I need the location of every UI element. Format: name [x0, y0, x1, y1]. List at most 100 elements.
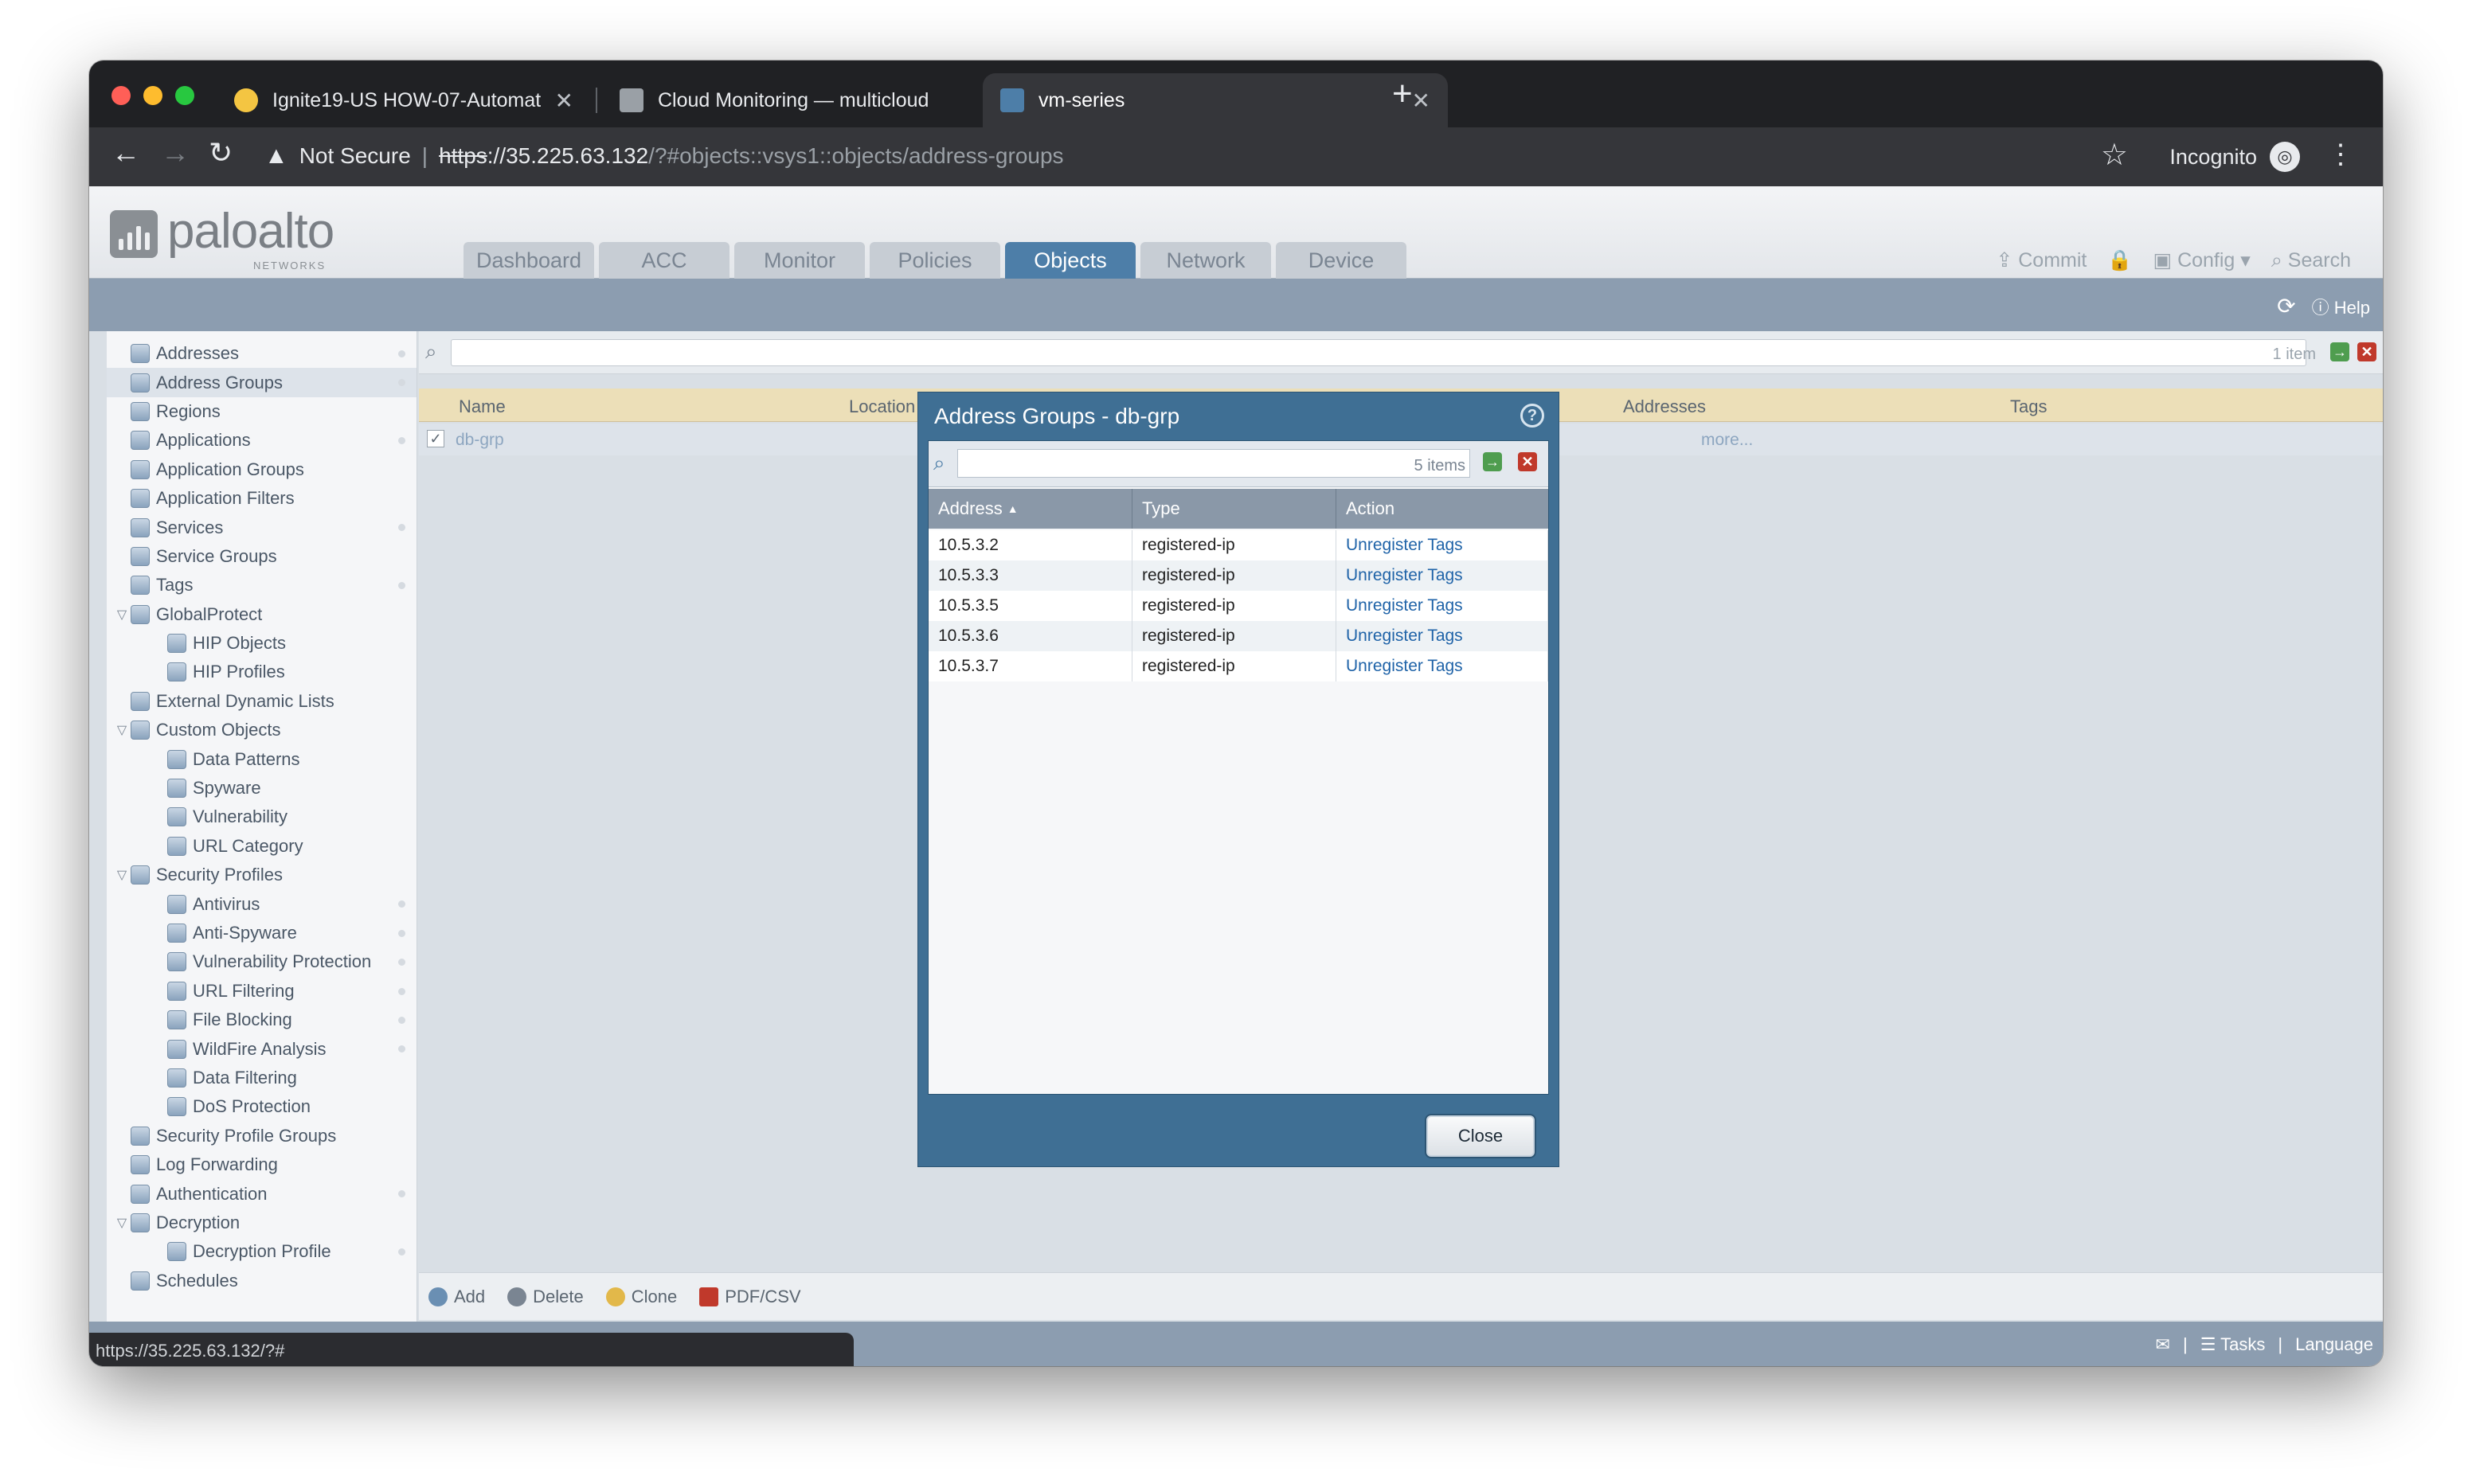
sidebar-item[interactable]: Data Filtering [107, 1064, 417, 1092]
sidebar-item[interactable]: Service Groups [107, 542, 417, 571]
reload-icon[interactable]: ↻ [209, 139, 233, 167]
search-button[interactable]: ⌕ Search [2271, 249, 2351, 272]
unregister-tags-link[interactable]: Unregister Tags [1346, 536, 1463, 555]
expand-triangle-icon[interactable]: ▽ [113, 1215, 131, 1231]
expand-triangle-icon[interactable]: ▽ [113, 867, 131, 883]
tab-network[interactable]: Network [1140, 242, 1271, 279]
close-tab-icon[interactable]: ✕ [555, 88, 573, 114]
sidebar-item[interactable]: File Blocking [107, 1006, 417, 1034]
column-addresses[interactable]: Addresses [1623, 396, 1706, 417]
sidebar-item[interactable]: Decryption Profile [107, 1237, 417, 1266]
sidebar-item[interactable]: Applications [107, 426, 417, 455]
sidebar-item[interactable]: ▽ GlobalProtect [107, 600, 417, 629]
sidebar-item[interactable]: Spyware [107, 774, 417, 803]
dialog-apply-filter-icon[interactable]: → [1483, 452, 1502, 471]
refresh-icon[interactable]: ⟳ [2277, 293, 2295, 319]
table-row[interactable]: 10.5.3.3 registered-ip Unregister Tags [929, 560, 1548, 591]
tasks-link[interactable]: ☰ Tasks [2200, 1334, 2266, 1355]
expand-triangle-icon[interactable]: ▽ [113, 607, 131, 623]
table-row[interactable]: 10.5.3.7 registered-ip Unregister Tags [929, 651, 1548, 681]
column-location[interactable]: Location [849, 396, 915, 417]
sidebar-item[interactable]: Vulnerability [107, 803, 417, 831]
commit-button[interactable]: ⇪ Commit [1996, 248, 2087, 272]
minimize-window-button[interactable] [143, 86, 162, 105]
dialog-clear-filter-icon[interactable]: ✕ [1518, 452, 1537, 471]
unregister-tags-link[interactable]: Unregister Tags [1346, 627, 1463, 646]
sidebar-item[interactable]: Anti-Spyware [107, 919, 417, 947]
sidebar-item[interactable]: External Dynamic Lists [107, 687, 417, 716]
tab-dashboard[interactable]: Dashboard [463, 242, 594, 279]
sidebar-item[interactable]: Data Patterns [107, 744, 417, 773]
table-row[interactable]: 10.5.3.5 registered-ip Unregister Tags [929, 591, 1548, 621]
table-row[interactable]: 10.5.3.2 registered-ip Unregister Tags [929, 530, 1548, 560]
row-name[interactable]: db-grp [456, 431, 504, 450]
language-link[interactable]: Language [2295, 1334, 2373, 1355]
bookmark-star-icon[interactable]: ☆ [2101, 137, 2128, 173]
browser-menu-icon[interactable]: ⋮ [2327, 139, 2354, 170]
close-button[interactable]: Close [1425, 1114, 1536, 1158]
sidebar-item[interactable]: URL Filtering [107, 977, 417, 1006]
sidebar-item[interactable]: HIP Objects [107, 629, 417, 658]
column-action[interactable]: Action [1336, 489, 1548, 529]
add-button[interactable]: Add [428, 1287, 485, 1307]
sidebar-item[interactable]: Antivirus [107, 889, 417, 918]
unregister-tags-link[interactable]: Unregister Tags [1346, 596, 1463, 615]
expand-triangle-icon[interactable]: ▽ [113, 722, 131, 738]
help-icon[interactable]: ? [1520, 404, 1544, 428]
back-arrow-icon[interactable]: ← [111, 139, 140, 167]
incognito-indicator[interactable]: Incognito ◎ [2169, 142, 2300, 172]
sidebar-item[interactable]: Application Filters [107, 484, 417, 513]
sidebar-item[interactable]: Vulnerability Protection [107, 947, 417, 976]
new-tab-icon[interactable]: + [1392, 76, 1413, 111]
column-address[interactable]: Address ▲ [929, 489, 1132, 529]
config-button[interactable]: ▣ Config ▾ [2153, 248, 2250, 272]
sidebar-item[interactable]: URL Category [107, 832, 417, 861]
help-button[interactable]: ⓘ Help [2312, 294, 2370, 319]
pdf-csv-button[interactable]: PDF/CSV [699, 1287, 801, 1307]
lock-icon[interactable]: 🔒 [2107, 249, 2132, 272]
sidebar-item[interactable]: ▽ Security Profiles [107, 861, 417, 889]
tab-monitor[interactable]: Monitor [734, 242, 865, 279]
clear-filter-icon[interactable]: ✕ [2357, 342, 2376, 361]
sidebar-item[interactable]: Security Profile Groups [107, 1122, 417, 1150]
tab-device[interactable]: Device [1276, 242, 1406, 279]
sidebar-item[interactable]: Application Groups [107, 455, 417, 484]
clone-button[interactable]: Clone [605, 1287, 677, 1307]
sidebar-item[interactable]: Authentication [107, 1179, 417, 1208]
tab-objects[interactable]: Objects [1005, 242, 1136, 279]
unregister-tags-link[interactable]: Unregister Tags [1346, 566, 1463, 585]
row-checkbox[interactable]: ✓ [427, 430, 444, 447]
row-addresses-more[interactable]: more... [1701, 431, 1753, 450]
table-row[interactable]: 10.5.3.6 registered-ip Unregister Tags [929, 621, 1548, 651]
sidebar-item[interactable]: Regions [107, 397, 417, 426]
column-name[interactable]: Name [459, 396, 506, 417]
mail-icon[interactable]: ✉ [2156, 1334, 2170, 1355]
sidebar-item[interactable]: Schedules [107, 1267, 417, 1295]
sidebar-item[interactable]: WildFire Analysis [107, 1034, 417, 1063]
sidebar-item[interactable]: Tags [107, 571, 417, 599]
sidebar-item[interactable]: Addresses [107, 339, 417, 368]
sidebar-item[interactable]: Log Forwarding [107, 1150, 417, 1179]
address-bar[interactable]: ▲ Not Secure | https://35.225.63.132/?#o… [264, 131, 1064, 182]
close-window-button[interactable] [111, 86, 131, 105]
delete-button[interactable]: Delete [507, 1287, 584, 1307]
filter-input[interactable] [451, 339, 2306, 366]
browser-tab-3[interactable]: vm-series ✕ [983, 73, 1448, 127]
sidebar-item[interactable]: Address Groups [107, 368, 417, 397]
dialog-filter-input[interactable] [957, 449, 1470, 478]
sidebar-item[interactable]: ▽ Custom Objects [107, 716, 417, 744]
sidebar-item[interactable]: Services [107, 513, 417, 541]
sidebar-item[interactable]: ▽ Decryption [107, 1209, 417, 1237]
tab-acc[interactable]: ACC [599, 242, 729, 279]
zoom-window-button[interactable] [175, 86, 194, 105]
browser-tab-1[interactable]: Ignite19-US HOW-07-Automat ✕ [217, 73, 591, 127]
forward-arrow-icon[interactable]: → [161, 139, 190, 167]
sidebar-item[interactable]: DoS Protection [107, 1092, 417, 1121]
apply-filter-icon[interactable]: → [2330, 342, 2349, 361]
column-tags[interactable]: Tags [2010, 396, 2047, 417]
column-type[interactable]: Type [1132, 489, 1336, 529]
sidebar-item[interactable]: HIP Profiles [107, 658, 417, 686]
close-tab-icon[interactable]: ✕ [1412, 88, 1430, 114]
tab-policies[interactable]: Policies [870, 242, 1000, 279]
unregister-tags-link[interactable]: Unregister Tags [1346, 657, 1463, 676]
